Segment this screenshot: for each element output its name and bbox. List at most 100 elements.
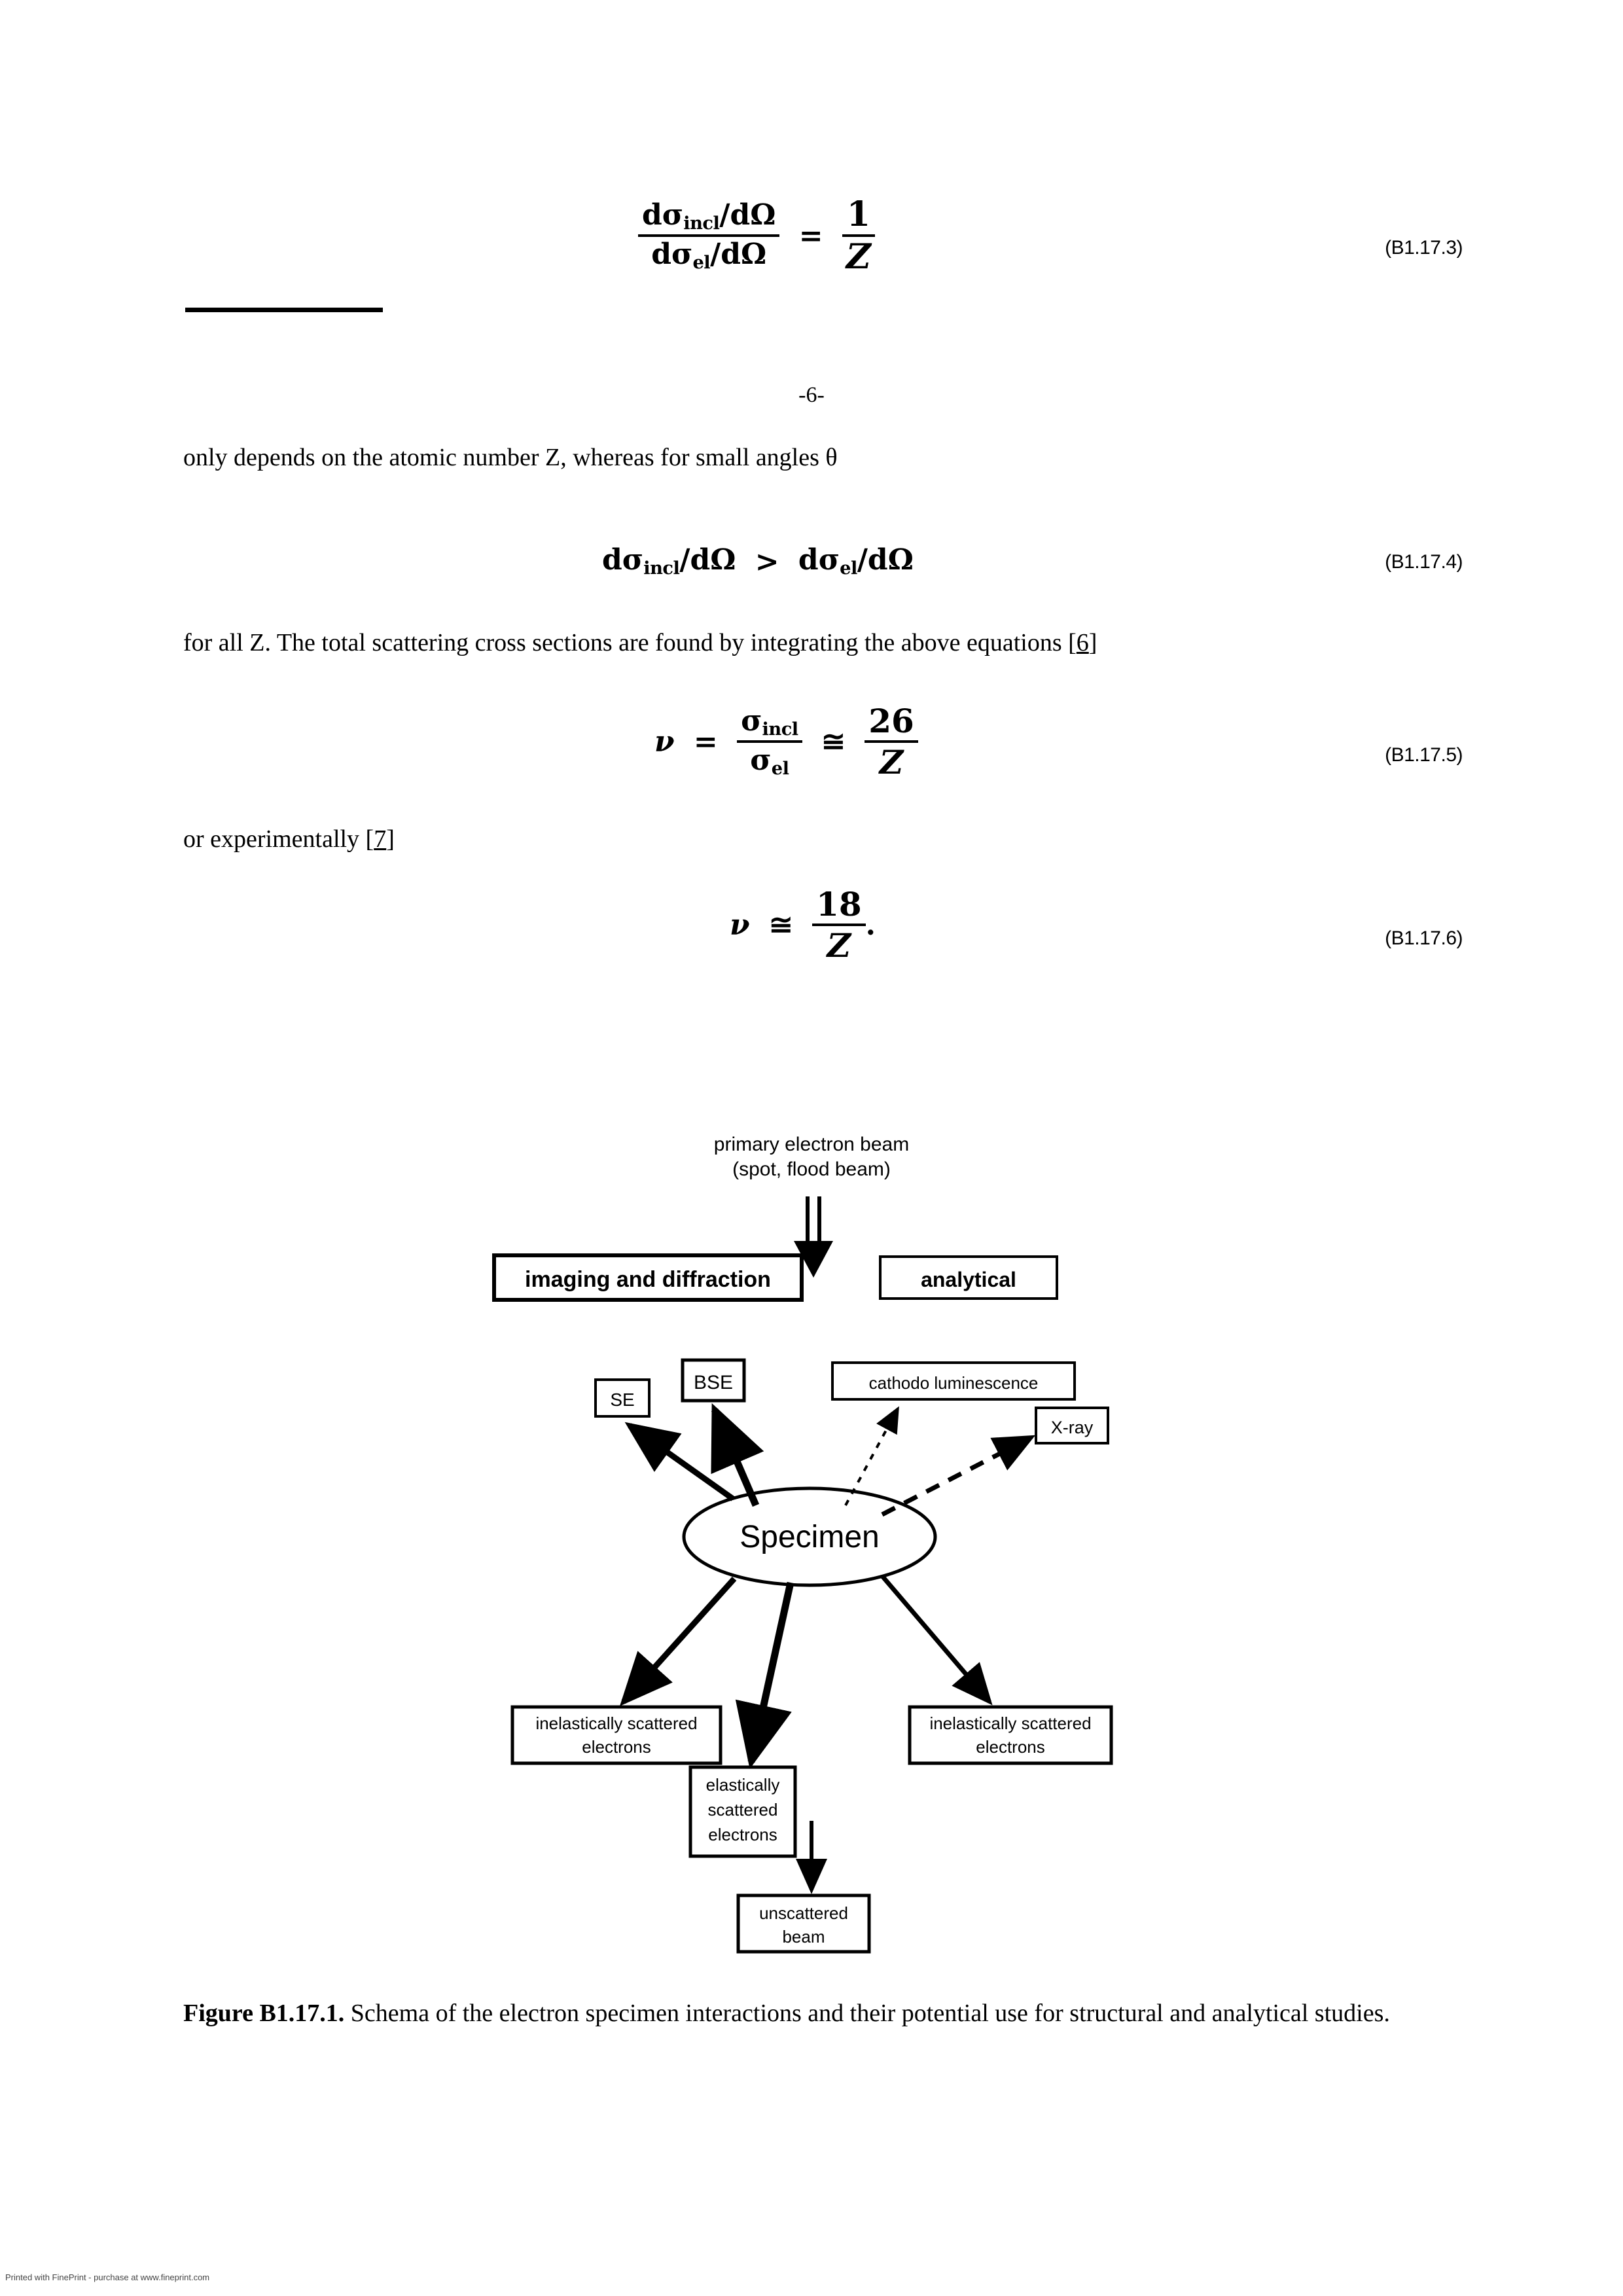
- fraction-26-over-z: 26 Z: [865, 704, 918, 780]
- box-analytical: analytical: [879, 1255, 1058, 1300]
- fraction-rhs: 1 Z: [842, 196, 875, 276]
- rhs-denominator: Z: [879, 743, 904, 781]
- box-imaging-and-diffraction: imaging and diffraction: [492, 1253, 804, 1302]
- specimen-ellipse: Specimen: [682, 1486, 937, 1587]
- rhs-tail: /dΩ: [857, 543, 914, 577]
- box-se: SE: [594, 1378, 651, 1418]
- box-inelastic-left-line-1: inelastically scattered: [535, 1713, 697, 1733]
- rhs-numerator: 18: [812, 887, 866, 926]
- figure-caption-text: Schema of the electron specimen interact…: [344, 2000, 1390, 2027]
- box-cathodo-luminescence: cathodo luminescence: [831, 1361, 1076, 1401]
- paragraph-line-2-tail: ]: [1088, 629, 1097, 656]
- denominator-subscript: el: [692, 251, 711, 273]
- sigma-denominator-subscript: el: [771, 757, 789, 779]
- equation-b1-17-5-body: ν = σincl σel ≅ 26 Z: [654, 704, 918, 780]
- numerator-symbol: dσ: [642, 198, 684, 232]
- svg-text:unscattered: unscattered: [759, 1903, 848, 1923]
- fraction-numerator: dσincl/dΩ: [638, 198, 780, 238]
- nu-symbol: ν: [730, 908, 750, 942]
- box-imaging-label: imaging and diffraction: [525, 1267, 771, 1292]
- arrow-to-elastic: [735, 1581, 794, 1769]
- box-inelastic-left-line-2: electrons: [582, 1737, 651, 1757]
- rhs-numerator: 26: [865, 704, 918, 743]
- svg-text:cathodo luminescence: cathodo luminescence: [869, 1373, 1039, 1393]
- arrow-to-cathodo: [844, 1406, 899, 1506]
- paragraph-line-3: or experimentally [7]: [183, 821, 395, 857]
- arrow-to-xray: [881, 1435, 1036, 1517]
- fraction-lhs: dσincl/dΩ dσel/dΩ: [638, 198, 780, 273]
- box-bse-label: BSE: [694, 1372, 733, 1393]
- box-cathodo-label: cathodo luminescence: [869, 1373, 1039, 1393]
- svg-text:inelastically scattered: inelastically scattered: [929, 1713, 1091, 1733]
- equation-tag-b1-17-4: (B1.17.4): [1385, 551, 1463, 573]
- nu-symbol: ν: [654, 725, 675, 759]
- equation-tag-b1-17-6: (B1.17.6): [1385, 927, 1463, 949]
- arrow-to-inelastic-right: [880, 1574, 993, 1706]
- box-unscattered-beam: unscattered beam: [736, 1893, 871, 1954]
- reference-link-6[interactable]: 6: [1077, 629, 1089, 656]
- page-number: -6-: [798, 383, 825, 407]
- approx-equal-operator: ≅: [821, 725, 846, 759]
- reference-link-7[interactable]: 7: [374, 825, 386, 853]
- svg-text:BSE: BSE: [694, 1372, 733, 1393]
- lhs-tail: /dΩ: [679, 543, 736, 577]
- paragraph-line-2: for all Z. The total scattering cross se…: [183, 625, 1097, 661]
- box-inelastic-left: [512, 1452, 721, 1508]
- greater-than-operator: >: [755, 545, 779, 579]
- paragraph-line-3-tail: ]: [386, 825, 395, 853]
- svg-text:scattered: scattered: [708, 1800, 778, 1820]
- svg-text:Specimen: Specimen: [740, 1520, 879, 1554]
- equation-b1-17-3-body: dσincl/dΩ dσel/dΩ = 1 Z: [638, 196, 875, 276]
- rhs-denominator: Z: [846, 237, 871, 278]
- box-unscattered-line-1: unscattered: [759, 1903, 848, 1923]
- figure-caption-label: Figure B1.17.1.: [183, 2000, 345, 2027]
- equals-operator: =: [798, 219, 823, 253]
- document-page: dσincl/dΩ dσel/dΩ = 1 Z (B1.17.3) -6- on…: [0, 0, 1623, 2296]
- sigma-el: σel: [737, 743, 802, 778]
- trailing-period: .: [865, 908, 876, 942]
- paragraph-line-2-text: for all Z. The total scattering cross se…: [183, 629, 1077, 656]
- box-analytical-label: analytical: [921, 1268, 1016, 1291]
- box-inelastic-right-line-2: electrons: [976, 1737, 1045, 1757]
- box-inelastic-right-line-1: inelastically scattered: [929, 1713, 1091, 1733]
- approx-equal-operator: ≅: [768, 908, 793, 942]
- rhs-denominator: Z: [827, 926, 851, 965]
- fraction-denominator: dσel/dΩ: [638, 237, 779, 272]
- beam-label-line-1: primary electron beam: [714, 1134, 909, 1155]
- beam-label-line-2: (spot, flood beam): [732, 1158, 891, 1180]
- sigma-incl: σincl: [737, 704, 802, 743]
- equation-b1-17-4-body: dσincl/dΩ > dσel/dΩ: [602, 543, 914, 579]
- arrow-to-se: [624, 1422, 735, 1501]
- box-xray-label: X-ray: [1051, 1418, 1094, 1437]
- rhs-numerator: 1: [842, 196, 875, 238]
- lhs-symbol: dσ: [602, 543, 644, 577]
- paragraph-line-3-text: or experimentally [: [183, 825, 374, 853]
- fraction-sigma-ratio: σincl σel: [737, 704, 802, 779]
- box-inelastically-scattered-electrons-left: inelastically scattered electrons: [510, 1705, 722, 1765]
- svg-text:imaging and diffraction: imaging and diffraction: [525, 1267, 771, 1292]
- horizontal-rule: [185, 308, 383, 312]
- svg-text:beam: beam: [782, 1927, 825, 1946]
- box-xray: X-ray: [1035, 1407, 1109, 1444]
- rhs-symbol: dσ: [798, 543, 840, 577]
- box-elastic-line-1: elastically: [706, 1775, 780, 1795]
- numerator-subscript: incl: [683, 212, 720, 234]
- box-elastic-line-2: scattered: [708, 1800, 778, 1820]
- fraction-18-over-z: 18 Z: [812, 887, 866, 963]
- sigma-symbol-denominator: σ: [750, 744, 772, 777]
- specimen-label: Specimen: [740, 1520, 879, 1554]
- equation-b1-17-6-body: ν ≅ 18 Z .: [730, 887, 876, 963]
- rhs-subscript: el: [840, 557, 857, 579]
- svg-text:elastically: elastically: [706, 1775, 780, 1795]
- paragraph-line-1: only depends on the atomic number Z, whe…: [183, 444, 838, 471]
- equals-operator: =: [693, 725, 718, 759]
- arrow-to-inelastic-left: [619, 1576, 737, 1706]
- svg-text:inelastically scattered: inelastically scattered: [535, 1713, 697, 1733]
- svg-text:SE: SE: [610, 1390, 634, 1410]
- equation-tag-b1-17-5: (B1.17.5): [1385, 744, 1463, 766]
- sigma-symbol-numerator: σ: [741, 704, 762, 738]
- box-elastically-scattered-electrons: elastically scattered electrons: [688, 1765, 797, 1858]
- lhs-subscript: incl: [643, 557, 680, 579]
- box-inelastically-scattered-electrons-right: inelastically scattered electrons: [908, 1705, 1113, 1765]
- box-bse: BSE: [681, 1358, 746, 1403]
